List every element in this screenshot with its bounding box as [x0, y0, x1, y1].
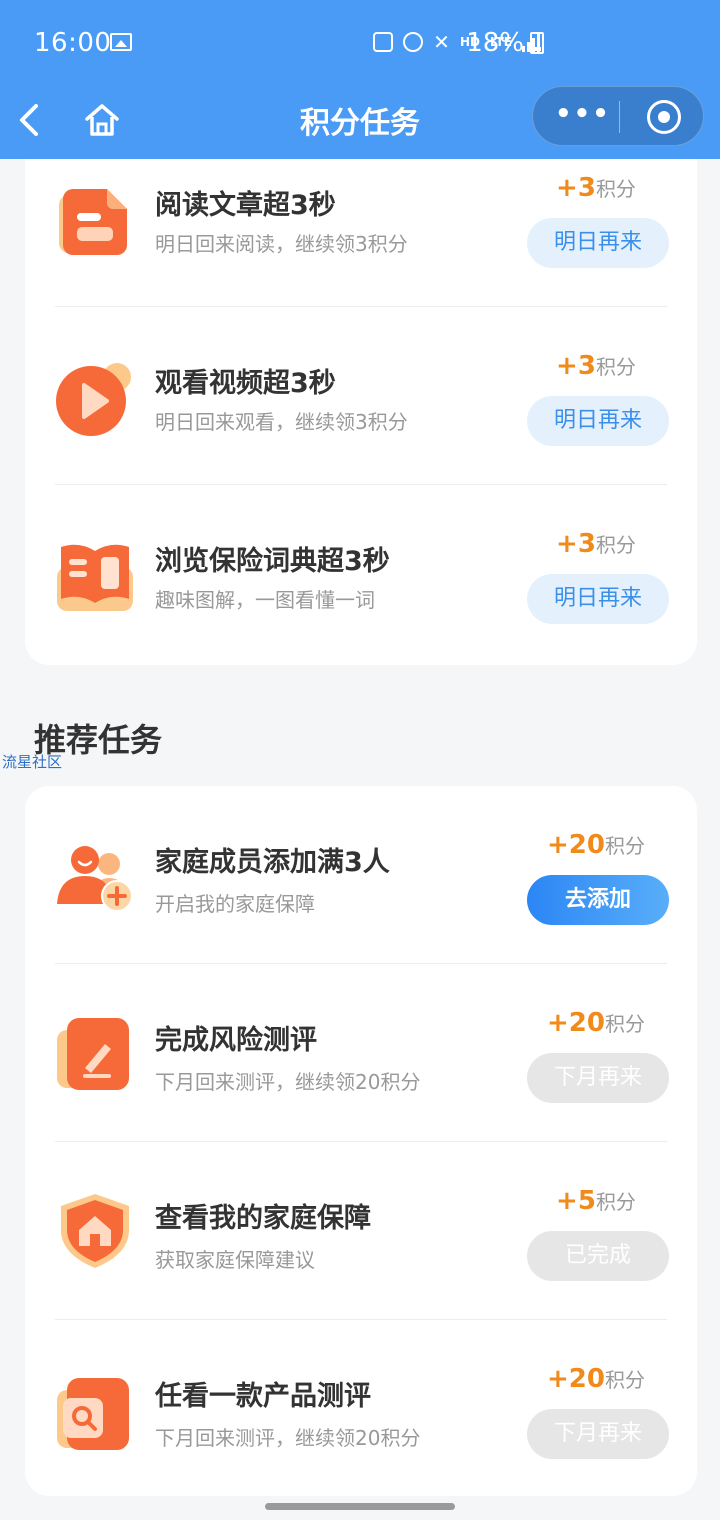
task-description: 下月回来测评，继续领20积分: [155, 1426, 421, 1450]
shield-home-icon: [61, 1194, 129, 1268]
task-description: 趣味图解，一图看懂一词: [155, 588, 375, 612]
task-title: 阅读文章超3秒: [155, 190, 336, 221]
task-title: 查看我的家庭保障: [155, 1203, 371, 1234]
video-play-icon: [56, 363, 131, 436]
more-button[interactable]: •••: [555, 101, 615, 131]
come-back-tomorrow-button[interactable]: 明日再来: [527, 396, 669, 446]
status-bar: 16:00 ✕ HD LTE 18%: [0, 0, 720, 88]
recycle-icon: [373, 32, 394, 52]
task-points: +3积分: [525, 351, 667, 381]
points-unit: 积分: [595, 1190, 636, 1214]
points-unit: 积分: [595, 177, 636, 201]
list-item: 家庭成员添加满3人 开启我的家庭保障 +20积分 去添加: [25, 786, 697, 964]
task-description: 明日回来观看，继续领3积分: [155, 410, 408, 434]
task-description: 下月回来测评，继续领20积分: [155, 1070, 421, 1094]
task-title: 家庭成员添加满3人: [155, 847, 390, 878]
search-review-icon: [57, 1378, 129, 1450]
task-points: +3积分: [525, 529, 667, 559]
come-back-tomorrow-button[interactable]: 明日再来: [527, 574, 669, 624]
task-title: 观看视频超3秒: [155, 368, 336, 399]
list-item: 浏览保险词典超3秒 趣味图解，一图看懂一词 +3积分 明日再来: [25, 485, 697, 663]
task-description: 开启我的家庭保障: [155, 892, 315, 916]
completed-button[interactable]: 已完成: [527, 1231, 669, 1281]
points-value: +3: [556, 173, 596, 203]
list-item: 任看一款产品测评 下月回来测评，继续领20积分 +20积分 下月再来: [25, 1320, 697, 1498]
task-points: +5积分: [525, 1186, 667, 1216]
points-value: +5: [556, 1186, 596, 1216]
points-value: +20: [547, 830, 605, 860]
come-back-next-month-button[interactable]: 下月再来: [527, 1053, 669, 1103]
image-notification-icon: [110, 33, 132, 51]
add-family-icon: [57, 846, 133, 912]
daily-tasks-card: 阅读文章超3秒 明日回来阅读，继续领3积分 +3积分 明日再来 观看视频超3秒 …: [25, 159, 697, 665]
come-back-next-month-button[interactable]: 下月再来: [527, 1409, 669, 1459]
status-time: 16:00: [34, 28, 112, 58]
task-points: +20积分: [525, 1364, 667, 1394]
add-family-button[interactable]: 去添加: [527, 875, 669, 925]
points-value: +20: [547, 1364, 605, 1394]
list-item: 观看视频超3秒 明日回来观看，继续领3积分 +3积分 明日再来: [25, 307, 697, 485]
points-unit: 积分: [604, 834, 645, 858]
battery-level: 18%: [466, 28, 524, 58]
task-points: +20积分: [525, 830, 667, 860]
list-item: 阅读文章超3秒 明日回来阅读，继续领3积分 +3积分 明日再来: [25, 129, 697, 307]
task-points: +20积分: [525, 1008, 667, 1038]
list-item: 查看我的家庭保障 获取家庭保障建议 +5积分 已完成: [25, 1142, 697, 1320]
recommended-tasks-card: 家庭成员添加满3人 开启我的家庭保障 +20积分 去添加 完成风险测评 下月回来…: [25, 786, 697, 1496]
watermark: 流星社区: [2, 753, 63, 771]
points-unit: 积分: [595, 355, 636, 379]
task-description: 获取家庭保障建议: [155, 1248, 315, 1272]
task-points: +3积分: [525, 173, 667, 203]
points-unit: 积分: [595, 533, 636, 557]
points-unit: 积分: [604, 1368, 645, 1392]
edit-assessment-icon: [57, 1018, 129, 1090]
battery-icon: [530, 32, 544, 54]
points-value: +3: [556, 529, 596, 559]
document-icon: [59, 189, 127, 255]
points-value: +20: [547, 1008, 605, 1038]
gesture-home-bar[interactable]: [265, 1503, 455, 1510]
points-unit: 积分: [604, 1012, 645, 1036]
task-title: 完成风险测评: [155, 1025, 317, 1056]
task-title: 浏览保险词典超3秒: [155, 546, 390, 577]
come-back-tomorrow-button[interactable]: 明日再来: [527, 218, 669, 268]
task-description: 明日回来阅读，继续领3积分: [155, 232, 408, 256]
alarm-icon: [403, 32, 424, 52]
task-title: 任看一款产品测评: [155, 1381, 371, 1412]
list-item: 完成风险测评 下月回来测评，继续领20积分 +20积分 下月再来: [25, 964, 697, 1142]
points-value: +3: [556, 351, 596, 381]
mute-icon: ✕: [433, 30, 450, 54]
book-icon: [57, 544, 133, 611]
